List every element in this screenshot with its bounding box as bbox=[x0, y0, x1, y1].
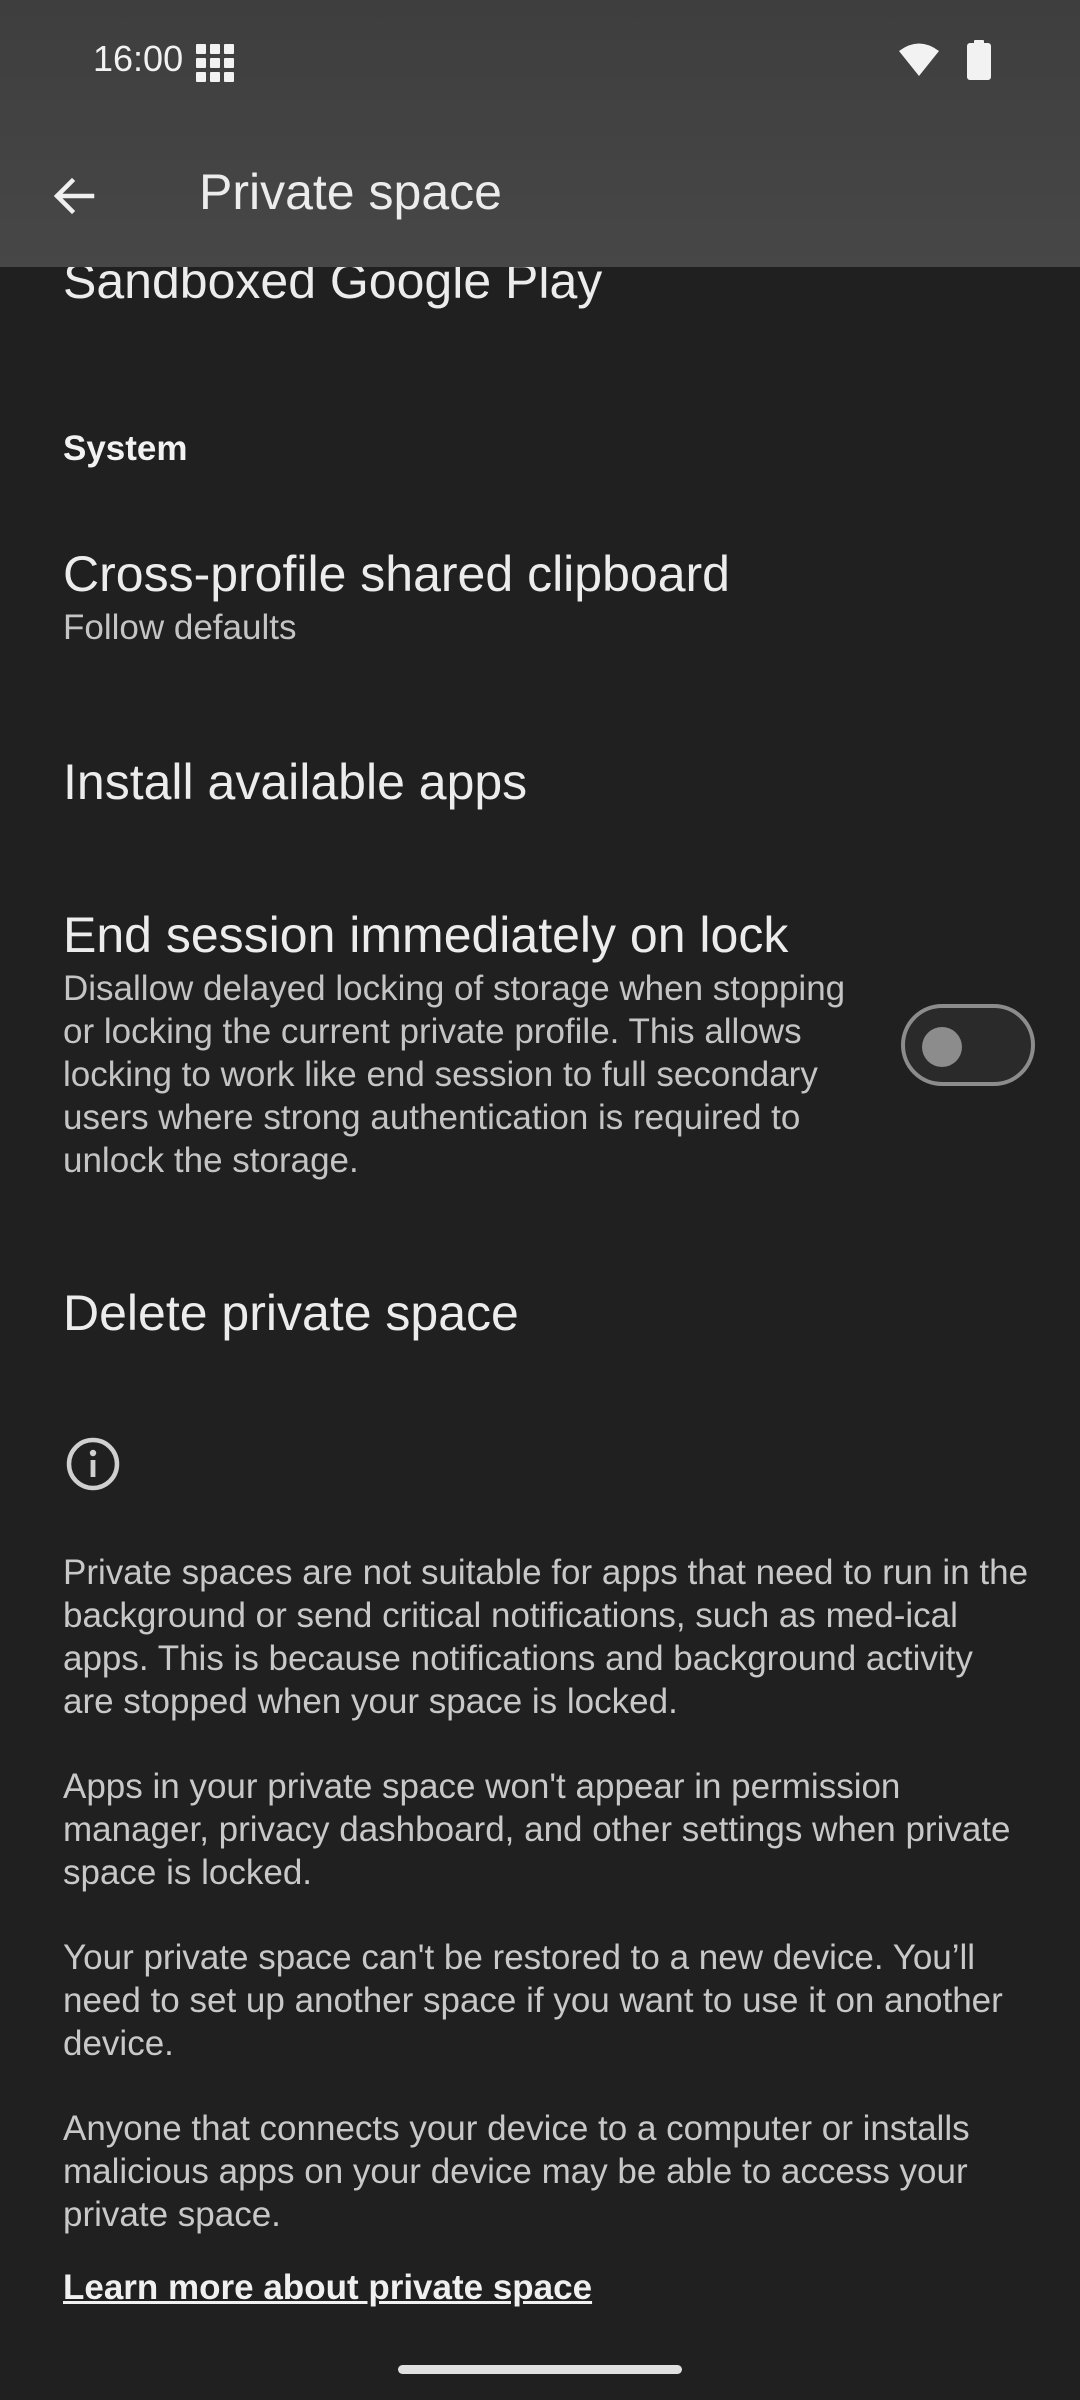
page-title: Private space bbox=[199, 164, 502, 220]
delete-private-space-pref[interactable]: Delete private space bbox=[63, 1283, 963, 1343]
info-paragraph: Apps in your private space won't appear … bbox=[63, 1767, 1011, 1892]
gesture-nav-handle[interactable] bbox=[398, 2365, 682, 2374]
arrow-left-icon bbox=[53, 177, 95, 215]
end-session-on-lock-pref[interactable]: End session immediately on lock Disallow… bbox=[63, 905, 873, 1182]
info-paragraph: Anyone that connects your device to a co… bbox=[63, 2109, 970, 2234]
pref-title: Cross-profile shared clipboard bbox=[63, 546, 730, 602]
pref-title: End session immediately on lock bbox=[63, 907, 789, 963]
app-bar: 16:00 Private space bbox=[0, 0, 1080, 267]
cross-profile-clipboard-pref[interactable]: Cross-profile shared clipboard Follow de… bbox=[63, 544, 963, 649]
status-time: 16:00 bbox=[93, 38, 184, 79]
info-paragraph: Private spaces are not suitable for apps… bbox=[63, 1553, 1029, 1721]
pref-summary: Disallow delayed locking of storage when… bbox=[63, 969, 846, 1180]
wifi-icon bbox=[898, 42, 940, 78]
info-icon bbox=[63, 1434, 123, 1494]
toggle-thumb bbox=[922, 1027, 962, 1067]
section-header-system: System bbox=[63, 429, 188, 468]
end-session-toggle[interactable] bbox=[901, 1004, 1035, 1086]
learn-more-link[interactable]: Learn more about private space bbox=[63, 2268, 592, 2308]
back-button[interactable] bbox=[36, 158, 112, 234]
pref-title: Install available apps bbox=[63, 754, 528, 810]
info-paragraph: Your private space can't be restored to … bbox=[63, 1938, 1003, 2063]
private-space-info-text: Private spaces are not suitable for apps… bbox=[63, 1551, 1033, 2278]
settings-list: Sandboxed Google Play System Cross-profi… bbox=[0, 0, 1080, 2400]
pref-title: Delete private space bbox=[63, 1285, 519, 1341]
settings-screen: Sandboxed Google Play System Cross-profi… bbox=[0, 0, 1080, 2400]
status-bar: 16:00 bbox=[0, 0, 1080, 120]
battery-icon bbox=[967, 40, 991, 80]
pref-summary: Follow defaults bbox=[63, 608, 297, 647]
install-available-apps-pref[interactable]: Install available apps bbox=[63, 752, 963, 812]
app-grid-icon bbox=[196, 44, 234, 82]
